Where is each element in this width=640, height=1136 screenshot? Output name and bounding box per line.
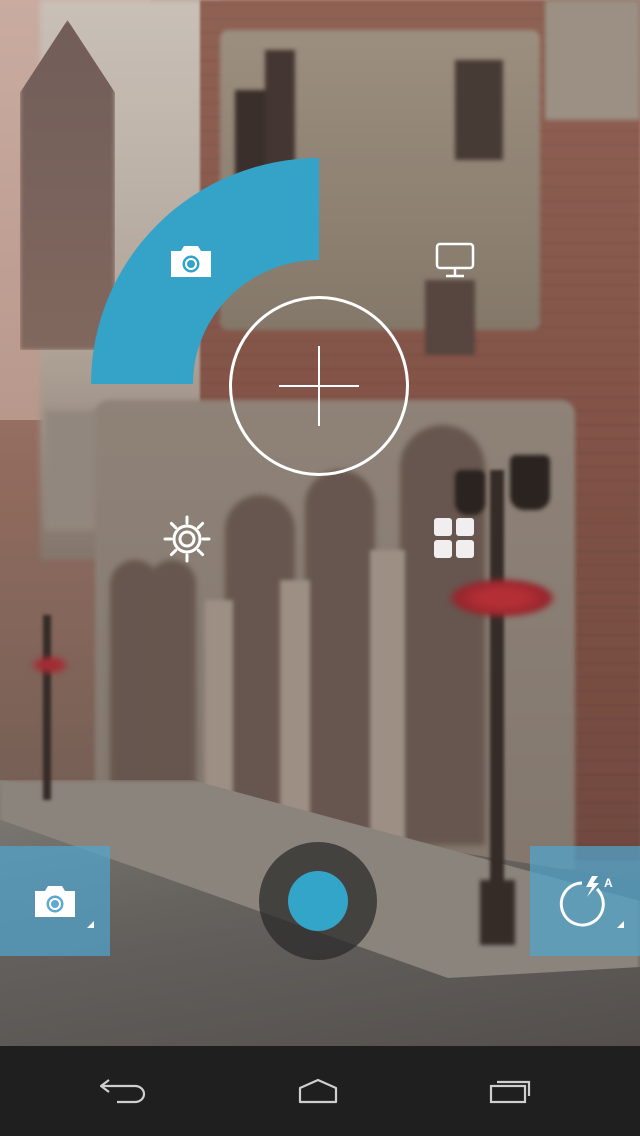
back-button[interactable]	[82, 1066, 162, 1116]
flash-auto-label: A	[604, 876, 613, 890]
back-icon	[99, 1079, 146, 1104]
navigation-bar	[0, 1046, 640, 1136]
focus-ring[interactable]	[229, 296, 409, 476]
expand-indicator-icon	[87, 921, 94, 928]
pie-scenes-button[interactable]	[427, 511, 481, 565]
expand-indicator-icon	[617, 921, 624, 928]
pie-monitor-button[interactable]	[430, 236, 480, 286]
camera-icon	[35, 886, 75, 917]
scene-grid-icon	[434, 518, 474, 558]
recent-apps-icon	[489, 1080, 531, 1104]
flash-mode-button[interactable]: A	[530, 846, 640, 956]
home-button[interactable]	[278, 1066, 358, 1116]
settings-gear-icon	[163, 515, 211, 563]
crosshair-vertical	[318, 346, 320, 426]
shutter-button[interactable]	[259, 842, 377, 960]
flash-auto-icon: A	[559, 876, 613, 927]
camera-icon	[171, 246, 211, 277]
monitor-icon	[435, 242, 475, 278]
shutter-dot	[288, 871, 348, 931]
recent-apps-button[interactable]	[470, 1066, 550, 1116]
pie-camera-button[interactable]	[166, 238, 216, 284]
home-icon	[298, 1078, 338, 1104]
pie-settings-button[interactable]	[160, 512, 214, 566]
camera-mode-switch[interactable]	[0, 846, 110, 956]
